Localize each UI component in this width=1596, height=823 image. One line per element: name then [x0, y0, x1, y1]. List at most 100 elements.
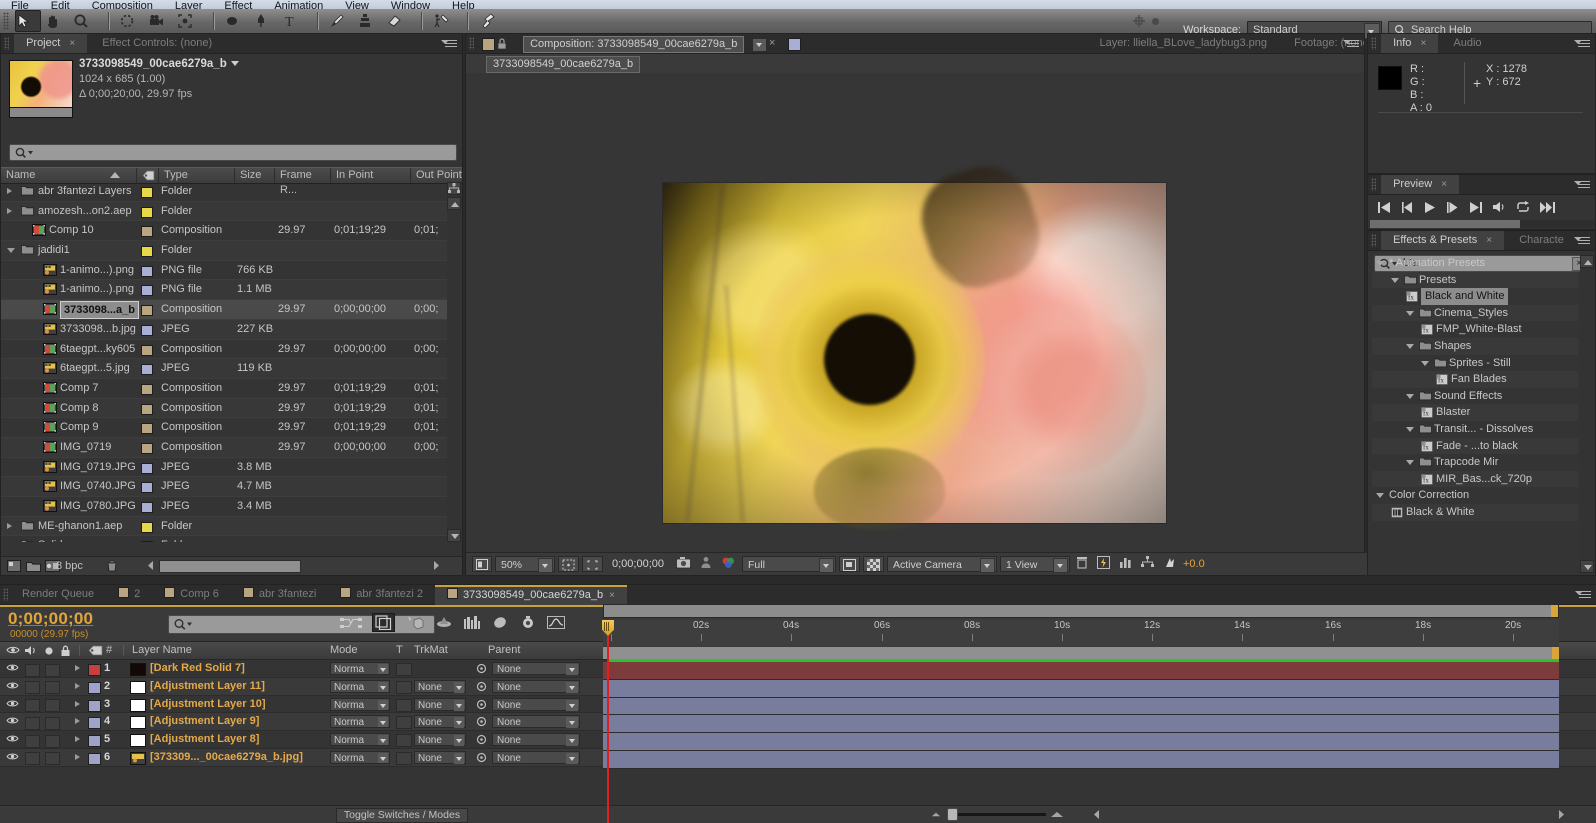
- scroll-left-icon[interactable]: [1092, 809, 1102, 820]
- timeline-tab-1[interactable]: 2: [106, 585, 152, 604]
- label-color-swatch[interactable]: [141, 324, 153, 336]
- menu-item-animation[interactable]: Animation: [263, 1, 334, 10]
- rotation-tool[interactable]: [119, 10, 145, 32]
- project-item-name[interactable]: 1-animo...).png: [60, 261, 134, 280]
- layer-visibility-toggle[interactable]: [6, 681, 19, 690]
- effects-tree-row[interactable]: Presets: [1372, 271, 1578, 289]
- choose-grid-guides-icon[interactable]: [558, 556, 579, 572]
- play-icon[interactable]: [1424, 201, 1436, 213]
- column-size[interactable]: Size: [235, 168, 275, 183]
- pen-tool[interactable]: [253, 10, 279, 32]
- layer-duration-bar[interactable]: [603, 750, 1559, 769]
- layer-solo-toggle[interactable]: [45, 752, 60, 766]
- first-frame-icon[interactable]: [1378, 201, 1391, 213]
- tab-project[interactable]: Project ×: [14, 34, 88, 53]
- composition-canvas[interactable]: [466, 73, 1364, 554]
- layer-visibility-toggle[interactable]: [6, 699, 19, 708]
- parent-pickwhip-icon[interactable]: [476, 716, 487, 727]
- enable-frame-blending-icon[interactable]: [435, 615, 453, 630]
- layer-name[interactable]: [Adjustment Layer 10]: [150, 696, 266, 713]
- layer-name[interactable]: [Dark Red Solid 7]: [150, 660, 245, 677]
- project-item-name[interactable]: 3733098...b.jpg: [60, 320, 136, 339]
- timeline-graph-icon[interactable]: [1116, 556, 1135, 572]
- column-in-point[interactable]: In Point: [331, 168, 411, 183]
- close-icon[interactable]: ×: [769, 37, 775, 49]
- trkmat-header[interactable]: TrkMat: [414, 642, 448, 659]
- selection-tool[interactable]: [15, 10, 42, 32]
- toggle-view-masks-icon[interactable]: [472, 556, 492, 572]
- layer-parent-select[interactable]: None: [492, 662, 580, 675]
- parent-pickwhip-icon[interactable]: [476, 663, 487, 674]
- transform-gizmo-icon[interactable]: [1130, 13, 1148, 29]
- effects-tree-row[interactable]: Trapcode Mir: [1372, 454, 1578, 471]
- zoom-slider-track[interactable]: [958, 813, 1046, 816]
- column-label-swatch[interactable]: [137, 168, 159, 183]
- tab-composition[interactable]: Composition: 3733098549_00cae6279a_b: [523, 36, 745, 53]
- twirl-closed-icon[interactable]: [7, 207, 12, 214]
- twirl-open-icon[interactable]: [1406, 310, 1414, 316]
- timeline-tab-3[interactable]: abr 3fantezi: [231, 585, 328, 604]
- effects-tree-row[interactable]: Sound Effects: [1372, 388, 1578, 405]
- panel-menu-icon[interactable]: [1574, 179, 1590, 190]
- effects-item-label[interactable]: Color Correction: [1389, 487, 1469, 504]
- label-color-swatch[interactable]: [141, 364, 153, 376]
- effects-tree-row[interactable]: Black & White: [1372, 503, 1578, 521]
- twirl-closed-icon[interactable]: [75, 718, 80, 725]
- project-item-row[interactable]: jadidi1 Folder: [1, 241, 448, 261]
- toggle-transparency-grid-icon[interactable]: [863, 556, 884, 572]
- effects-item-label[interactable]: MIR_Bas...ck_720p: [1436, 471, 1532, 488]
- eye-icon[interactable]: [6, 642, 20, 655]
- enable-motion-blur-icon[interactable]: [463, 615, 481, 630]
- effects-item-label[interactable]: Trapcode Mir: [1434, 454, 1498, 471]
- layer-name[interactable]: [Adjustment Layer 11]: [150, 678, 265, 695]
- close-icon[interactable]: ×: [609, 590, 615, 601]
- preview-transport-controls[interactable]: [1368, 195, 1595, 213]
- menu-item-layer[interactable]: Layer: [164, 1, 214, 10]
- label-color-swatch[interactable]: [141, 246, 153, 258]
- effects-scrollbar[interactable]: [1580, 255, 1594, 573]
- clone-stamp-tool[interactable]: [357, 10, 383, 32]
- label-color-swatch[interactable]: [141, 482, 153, 494]
- project-item-name[interactable]: IMG_0780.JPG: [60, 497, 136, 516]
- parent-pickwhip-icon[interactable]: [476, 699, 487, 710]
- parent-pickwhip-icon[interactable]: [476, 681, 487, 692]
- panel-grip[interactable]: [4, 37, 9, 50]
- preview-scrollbar[interactable]: [1370, 220, 1595, 228]
- roto-brush-tool[interactable]: [432, 10, 458, 32]
- effects-tree-row[interactable]: fx Fan Blades: [1372, 371, 1578, 388]
- layer-audio-toggle[interactable]: [25, 734, 40, 748]
- project-item-row[interactable]: 1-animo...).png PNG file 1.1 MB: [1, 280, 448, 301]
- layer-name[interactable]: [Adjustment Layer 8]: [150, 731, 259, 748]
- toolbar-grip[interactable]: [3, 12, 9, 30]
- tab-audio[interactable]: Audio: [1441, 34, 1493, 53]
- take-snapshot-icon[interactable]: [673, 556, 694, 572]
- project-item-name[interactable]: 1-animo...).png: [60, 280, 134, 299]
- twirl-open-icon[interactable]: [1406, 426, 1414, 432]
- layer-label-color[interactable]: [88, 681, 101, 694]
- project-item-row[interactable]: 3733098...b.jpg JPEG 227 KB: [1, 319, 448, 340]
- effects-tree-row[interactable]: Color Correction: [1372, 487, 1578, 504]
- layer-mode-select[interactable]: Norma: [330, 679, 390, 693]
- layer-name[interactable]: [Adjustment Layer 9]: [150, 713, 259, 730]
- project-item-row[interactable]: abr 3fantezi Layers Folder: [1, 182, 448, 202]
- layer-trkmat-select[interactable]: None: [414, 697, 466, 711]
- layer-solo-toggle[interactable]: [45, 734, 60, 748]
- layer-parent-select[interactable]: None: [492, 733, 580, 747]
- work-area-end-handle[interactable]: [1552, 647, 1559, 659]
- twirl-open-icon[interactable]: [1376, 261, 1384, 266]
- menu-item-file[interactable]: File: [0, 1, 40, 10]
- layer-trkmat-select[interactable]: None: [414, 733, 466, 747]
- layer-visibility-toggle[interactable]: [6, 663, 19, 672]
- project-tabbar[interactable]: Project × Effect Controls: (none): [1, 34, 462, 54]
- project-item-row[interactable]: Comp 8 Composition 29.97 0;01;19;29 0;01;: [1, 398, 448, 419]
- twirl-closed-icon[interactable]: [7, 522, 12, 529]
- camera-select[interactable]: Active Camera: [887, 556, 997, 573]
- composition-tabbar[interactable]: Composition: 3733098549_00cae6279a_b × L…: [466, 34, 1364, 54]
- fast-previews-icon[interactable]: [1094, 556, 1113, 572]
- tools-toolbar[interactable]: T Workspace: Standard Search Help: [0, 9, 1596, 39]
- zoom-slider-knob[interactable]: [947, 808, 958, 821]
- layer-audio-toggle[interactable]: [25, 681, 40, 695]
- project-item-row[interactable]: Comp 10 Composition 29.97 0;01;19;29 0;01;: [1, 221, 448, 242]
- label-color-swatch[interactable]: [141, 462, 153, 474]
- composition-breadcrumb[interactable]: 3733098549_00cae6279a_b: [466, 54, 1364, 74]
